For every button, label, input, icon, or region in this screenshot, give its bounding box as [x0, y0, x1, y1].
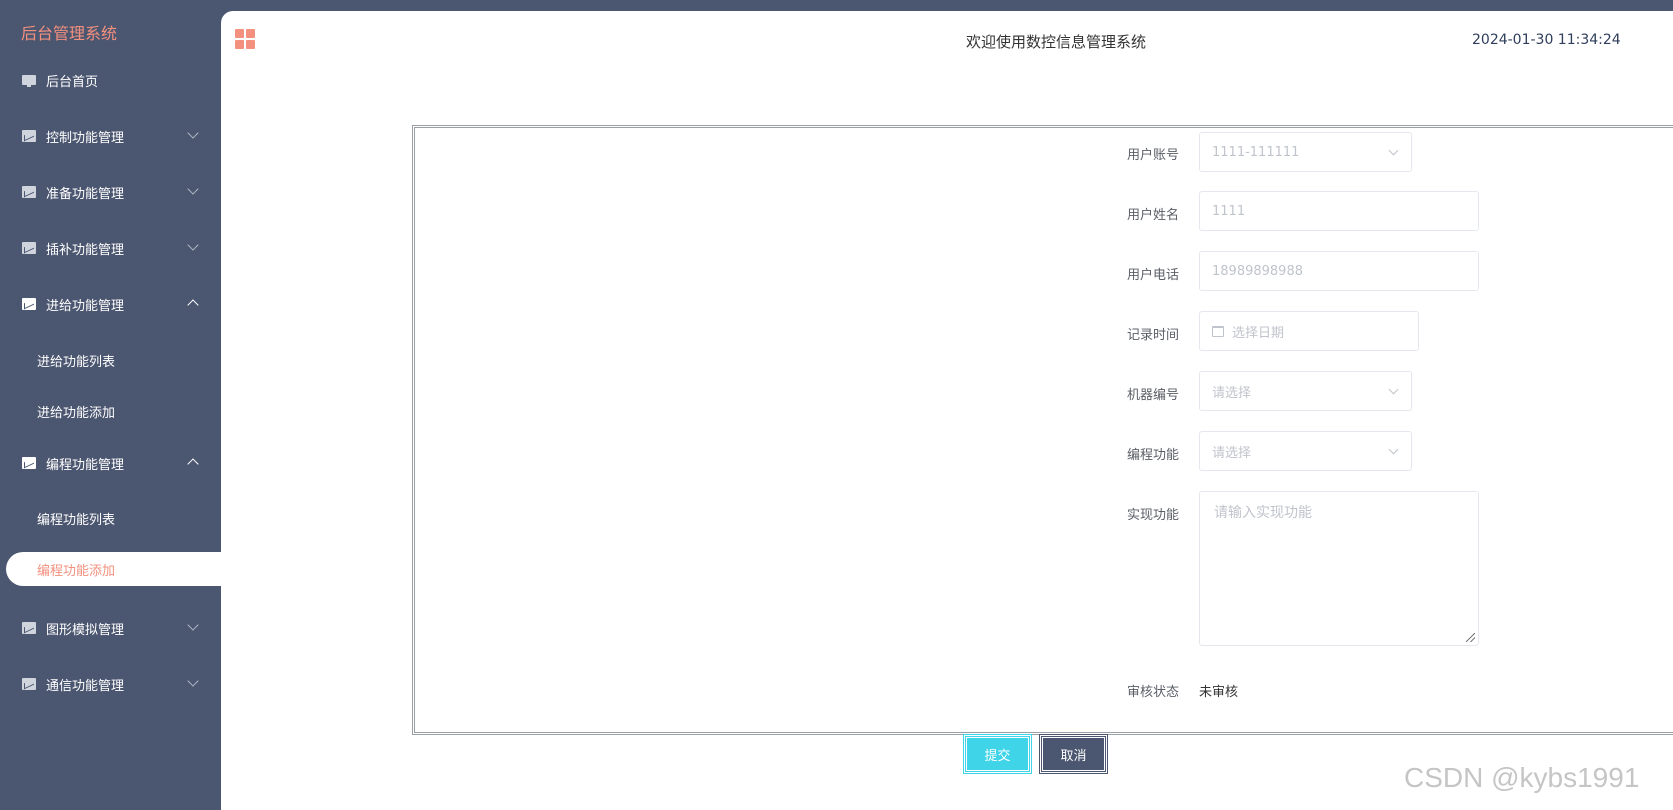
- sidebar-item-prepare[interactable]: 准备功能管理: [0, 172, 221, 212]
- record-time-datepicker[interactable]: 选择日期: [1199, 311, 1419, 351]
- sidebar-item-label: 后台首页: [46, 74, 99, 90]
- implementation-textarea[interactable]: 请输入实现功能: [1199, 491, 1479, 646]
- sidebar-subitem-programming-list[interactable]: 编程功能列表: [0, 498, 221, 538]
- account-value: 1111-111111: [1212, 144, 1300, 160]
- submit-button[interactable]: 提交: [963, 734, 1032, 774]
- review-status-value: 未审核: [1199, 685, 1239, 700]
- monitor-icon: [22, 75, 36, 87]
- sidebar-item-graphics[interactable]: 图形模拟管理: [0, 608, 221, 648]
- programming-placeholder: 请选择: [1212, 445, 1252, 461]
- programming-select[interactable]: 请选择: [1199, 431, 1412, 471]
- phone-value: 18989898988: [1212, 263, 1303, 279]
- chevron-down-icon: [187, 675, 199, 687]
- menu-toggle-icon[interactable]: [235, 29, 255, 49]
- chevron-up-icon: [187, 458, 199, 470]
- sidebar: 后台管理系统 后台首页 控制功能管理 准备功能管理 插补功能管理 进给功能管理 …: [0, 0, 221, 810]
- sidebar-subitem-programming-add[interactable]: 编程功能添加: [6, 552, 221, 586]
- record-time-placeholder: 选择日期: [1232, 325, 1285, 341]
- datetime-display: 2024-01-30 11:34:24: [1472, 32, 1621, 48]
- chart-icon: [22, 242, 36, 254]
- chevron-up-icon: [187, 299, 199, 311]
- sidebar-item-programming[interactable]: 编程功能管理: [0, 443, 221, 483]
- phone-label: 用户电话: [1127, 268, 1180, 283]
- chart-icon: [22, 622, 36, 634]
- machine-no-label: 机器编号: [1127, 388, 1180, 403]
- chevron-down-icon: [1388, 145, 1399, 156]
- name-value: 1111: [1212, 203, 1246, 219]
- sidebar-item-control[interactable]: 控制功能管理: [0, 116, 221, 156]
- sidebar-item-label: 图形模拟管理: [46, 622, 125, 638]
- name-input[interactable]: 1111: [1199, 191, 1479, 231]
- sidebar-item-label: 编程功能管理: [46, 457, 125, 473]
- sidebar-subitem-label: 进给功能列表: [37, 354, 116, 370]
- implementation-placeholder: 请输入实现功能: [1214, 505, 1312, 521]
- sidebar-subitem-label: 进给功能添加: [37, 405, 116, 421]
- chevron-down-icon: [187, 127, 199, 139]
- chevron-down-icon: [1388, 384, 1399, 395]
- form-container: 用户账号 1111-111111 用户姓名 1111 用户电话 18989898…: [412, 125, 1673, 735]
- sidebar-item-label: 控制功能管理: [46, 130, 125, 146]
- programming-label: 编程功能: [1127, 448, 1180, 463]
- record-time-label: 记录时间: [1127, 328, 1180, 343]
- account-select[interactable]: 1111-111111: [1199, 132, 1412, 172]
- machine-no-placeholder: 请选择: [1212, 385, 1252, 401]
- chevron-down-icon: [187, 239, 199, 251]
- chart-icon: [22, 186, 36, 198]
- chevron-down-icon: [187, 619, 199, 631]
- chart-icon: [22, 678, 36, 690]
- sidebar-item-home[interactable]: 后台首页: [0, 60, 221, 100]
- sidebar-subitem-label: 编程功能添加: [37, 563, 116, 579]
- chart-icon: [22, 457, 36, 469]
- chevron-down-icon: [1388, 444, 1399, 455]
- cancel-button[interactable]: 取消: [1039, 734, 1108, 774]
- watermark: CSDN @kybs1991: [1404, 762, 1640, 793]
- sidebar-subitem-feed-list[interactable]: 进给功能列表: [0, 340, 221, 380]
- review-status-label: 审核状态: [1127, 685, 1180, 700]
- chart-icon: [22, 298, 36, 310]
- sidebar-subitem-label: 编程功能列表: [37, 512, 116, 528]
- calendar-icon: [1212, 325, 1224, 337]
- sidebar-item-label: 进给功能管理: [46, 298, 125, 314]
- sidebar-item-label: 插补功能管理: [46, 242, 125, 258]
- account-label: 用户账号: [1127, 148, 1180, 163]
- machine-no-select[interactable]: 请选择: [1199, 371, 1412, 411]
- sidebar-item-feed[interactable]: 进给功能管理: [0, 284, 221, 324]
- chevron-down-icon: [187, 183, 199, 195]
- main-panel: 欢迎使用数控信息管理系统 2024-01-30 11:34:24 用户账号 11…: [221, 11, 1673, 810]
- resize-handle-icon[interactable]: [1466, 633, 1475, 642]
- sidebar-item-label: 通信功能管理: [46, 678, 125, 694]
- phone-input[interactable]: 18989898988: [1199, 251, 1479, 291]
- brand-title: 后台管理系统: [21, 24, 118, 43]
- sidebar-item-label: 准备功能管理: [46, 186, 125, 202]
- name-label: 用户姓名: [1127, 208, 1180, 223]
- sidebar-item-communication[interactable]: 通信功能管理: [0, 664, 221, 704]
- chart-icon: [22, 130, 36, 142]
- page-title: 欢迎使用数控信息管理系统: [966, 33, 1147, 51]
- sidebar-subitem-feed-add[interactable]: 进给功能添加: [0, 391, 221, 431]
- sidebar-item-interpolation[interactable]: 插补功能管理: [0, 228, 221, 268]
- implementation-label: 实现功能: [1127, 508, 1180, 523]
